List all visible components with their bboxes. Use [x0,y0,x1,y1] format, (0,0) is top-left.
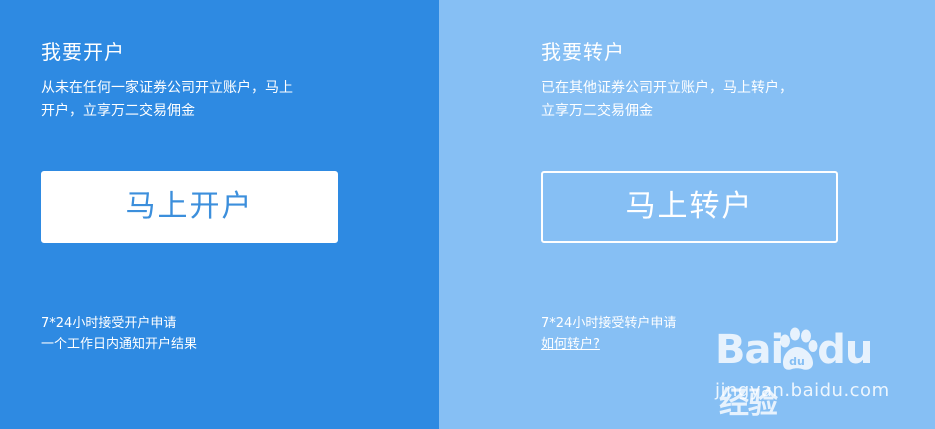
transfer-account-desc-line1: 已在其他证券公司开立账户，马上转户， [541,80,793,96]
open-account-button[interactable]: 马上开户 [41,171,338,243]
open-account-panel: 我要开户 从未在任何一家证券公司开立账户，马上 开户，立享万二交易佣金 马上开户… [0,0,439,429]
watermark-logo-part1: Bai [715,327,784,373]
transfer-account-desc-line2: 立享万二交易佣金 [541,103,653,119]
open-account-desc-line2: 开户，立享万二交易佣金 [41,103,195,119]
open-account-title: 我要开户 [41,40,125,64]
open-account-description: 从未在任何一家证券公司开立账户，马上 开户，立享万二交易佣金 [41,77,341,123]
transfer-account-button[interactable]: 马上转户 [541,171,838,243]
watermark-logo-part2: du [817,327,873,373]
baidu-paw-icon: du [780,327,818,370]
open-account-desc-line1: 从未在任何一家证券公司开立账户，马上 [41,80,293,96]
svg-text:du: du [789,355,805,368]
how-to-transfer-link[interactable]: 如何转户? [541,337,600,352]
transfer-account-note: 7*24小时接受转户申请 如何转户? [541,313,676,355]
open-account-note: 7*24小时接受开户申请 一个工作日内通知开户结果 [41,313,197,355]
open-account-note-line2: 一个工作日内通知开户结果 [41,337,198,352]
page: 我要开户 从未在任何一家证券公司开立账户，马上 开户，立享万二交易佣金 马上开户… [0,0,935,429]
transfer-account-title: 我要转户 [541,40,625,64]
baidu-jingyan-watermark: Bai du经验 du jingyan.baidu.com [715,325,889,421]
open-account-note-line1: 7*24小时接受开户申请 [41,316,177,331]
transfer-account-panel: 我要转户 已在其他证券公司开立账户，马上转户， 立享万二交易佣金 马上转户 7*… [439,0,935,429]
transfer-account-description: 已在其他证券公司开立账户，马上转户， 立享万二交易佣金 [541,77,841,123]
watermark-url: jingyan.baidu.com [715,380,890,401]
transfer-account-note-line1: 7*24小时接受转户申请 [541,316,677,331]
